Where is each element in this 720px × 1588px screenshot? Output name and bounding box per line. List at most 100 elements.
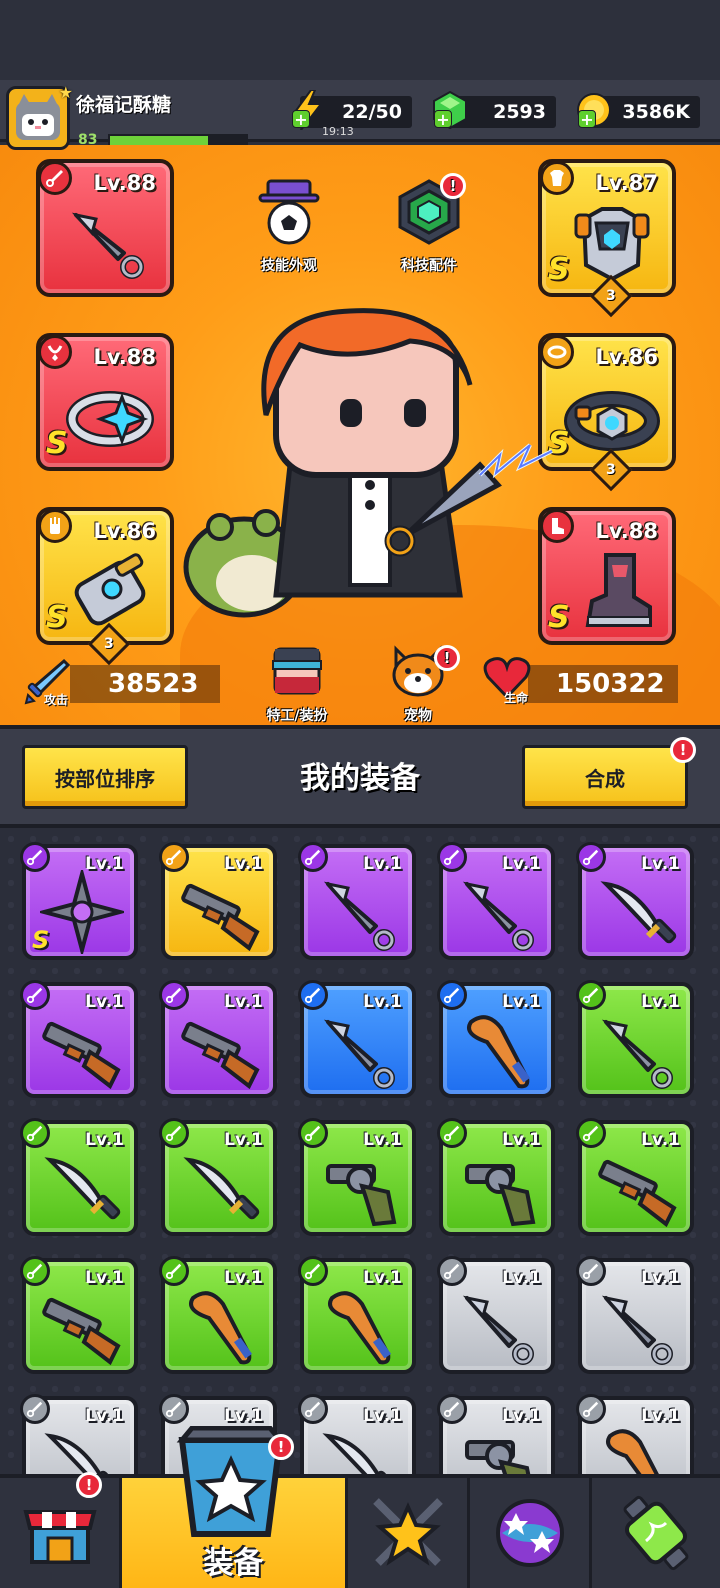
nav-tab-shop[interactable]: ! (0, 1472, 122, 1588)
top-bar: ★ 徐福记酥糖 83 + 22/50 + 2593 + 3586K (0, 80, 720, 150)
inventory-item[interactable]: Lv.1 (159, 1118, 277, 1236)
energy-icon: + (288, 90, 328, 130)
weapon-type-icon (437, 842, 467, 872)
kunai-icon (71, 212, 144, 279)
inventory-item[interactable]: Lv.1 (298, 980, 416, 1098)
attack-value: 38523 (108, 669, 199, 699)
gem-counter[interactable]: + 2593 (433, 91, 556, 129)
weapon-type-icon (298, 1118, 328, 1148)
nav-tab-planet[interactable] (470, 1478, 592, 1588)
item-grade: S (32, 926, 50, 954)
inventory-item[interactable]: Lv.1 (437, 980, 555, 1098)
armor-slot-icon (540, 161, 574, 195)
inventory-item[interactable]: Lv.1 (20, 1256, 138, 1374)
slot-armor[interactable]: Lv.87 S 3 (538, 159, 676, 318)
inventory-item[interactable]: Lv.1 (576, 1256, 694, 1374)
weapon-type-icon (437, 1394, 467, 1424)
nav-tab-gene[interactable] (592, 1478, 720, 1588)
shotgun-icon (181, 883, 260, 952)
revolver-icon (465, 1164, 536, 1227)
nav-tab-skills[interactable] (348, 1478, 470, 1588)
energy-counter[interactable]: + 22/50 (292, 90, 412, 130)
inventory-item[interactable]: Lv.1 (576, 1118, 694, 1236)
inventory-item[interactable]: Lv.1 (298, 1256, 416, 1374)
inventory-item[interactable]: Lv.1 (159, 1256, 277, 1374)
notification-badge: ! (670, 737, 696, 763)
equipment-header: 按部位排序 我的装备 合成 ! (0, 725, 720, 828)
gene-capsule-icon (623, 1495, 689, 1571)
inventory-item[interactable]: Lv.1 (298, 1118, 416, 1236)
agent-outfit-button[interactable]: 特工/装扮 (250, 645, 344, 725)
bat-icon (189, 1291, 253, 1365)
agent-outfit-label: 特工/装扮 (266, 708, 328, 724)
inventory-item[interactable]: Lv.1 (576, 1394, 694, 1474)
weapon-type-icon (20, 1394, 50, 1424)
nav-tab-equipment[interactable]: ! 装备 (122, 1426, 348, 1588)
slot-level: Lv.88 (93, 171, 156, 195)
weapon-type-icon (20, 980, 50, 1010)
gold-value: 3586K (622, 101, 690, 123)
inventory-item[interactable]: Lv.1 (576, 842, 694, 960)
notification-badge: ! (268, 1434, 294, 1460)
slot-grade: S (46, 600, 68, 635)
slot-level: Lv.86 (93, 519, 156, 543)
inventory-item[interactable]: Lv.1 S (20, 842, 138, 960)
machete-icon (44, 1157, 121, 1220)
soccer-ball-icon (258, 179, 320, 245)
shotgun-icon (42, 1021, 121, 1090)
inventory-item[interactable]: Lv.1 (437, 1256, 555, 1374)
gem-value: 2593 (493, 101, 546, 123)
slot-level: Lv.87 (595, 171, 658, 195)
inventory-item[interactable]: Lv.1 (159, 842, 277, 960)
slot-weapon[interactable]: Lv.88 (36, 159, 174, 297)
weapon-type-icon (576, 1256, 606, 1286)
nav-label-equipment: 装备 (203, 1546, 264, 1581)
skill-skin-button[interactable]: 技能外观 (246, 177, 332, 275)
gold-counter[interactable]: + 3586K (577, 93, 700, 129)
inventory-item[interactable]: Lv.1 (437, 1394, 555, 1474)
inventory-item[interactable]: Lv.1 (576, 980, 694, 1098)
weapon-type-icon (298, 1256, 328, 1286)
revolver-icon (465, 1440, 531, 1474)
inventory-item[interactable]: Lv.1 (20, 1394, 138, 1474)
gem-plus-icon[interactable]: + (434, 110, 452, 129)
machete-icon (322, 1433, 399, 1474)
slot-gloves[interactable]: Lv.86 S 3 (36, 507, 174, 666)
weapon-type-icon (20, 1118, 50, 1148)
machete-icon (600, 881, 677, 944)
bat-icon (328, 1291, 392, 1365)
attack-stat: 38523 (70, 665, 220, 703)
tech-parts-button[interactable]: 科技配件 ! (386, 173, 472, 275)
inventory-item[interactable]: Lv.1 (437, 1118, 555, 1236)
avatar-star-icon: ★ (58, 83, 73, 102)
pet-button[interactable]: 宠物 ! (378, 645, 460, 725)
weapon-type-icon (298, 1394, 328, 1424)
energy-plus-icon[interactable]: + (292, 110, 310, 129)
weapon-slot-icon (38, 161, 72, 195)
inventory-item[interactable]: Lv.1 (159, 980, 277, 1098)
gold-plus-icon[interactable]: + (578, 110, 596, 129)
slot-necklace[interactable]: Lv.88 S (36, 333, 174, 471)
inventory-item[interactable]: Lv.1 (20, 980, 138, 1098)
weapon-type-icon (298, 842, 328, 872)
weapon-type-icon (298, 980, 328, 1010)
player-avatar[interactable]: ★ (6, 83, 73, 150)
shotgun-icon (181, 1021, 260, 1090)
weapon-type-icon (576, 980, 606, 1010)
shotgun-icon (42, 1297, 121, 1366)
player-name: 徐福记酥糖 (76, 94, 172, 116)
slot-level: Lv.88 (93, 345, 156, 369)
inventory-item[interactable]: Lv.1 (20, 1118, 138, 1236)
inventory-item[interactable]: Lv.1 (298, 1394, 416, 1474)
inventory-item[interactable]: Lv.1 (298, 842, 416, 960)
kunai-icon (323, 881, 395, 951)
weapon-type-icon (20, 842, 50, 872)
hero-panel: Lv.88 Lv.88 S Lv.86 S 3 Lv.87 S 3 Lv.86 … (0, 145, 720, 725)
kunai-icon (601, 1019, 673, 1089)
merge-button[interactable]: 合成 (522, 745, 688, 809)
bottom-nav: ! ! 装备 (0, 1426, 720, 1588)
inventory-item[interactable]: Lv.1 (437, 842, 555, 960)
weapon-type-icon (20, 1256, 50, 1286)
gold-coin-icon: + (574, 90, 614, 130)
weapon-type-icon (159, 980, 189, 1010)
